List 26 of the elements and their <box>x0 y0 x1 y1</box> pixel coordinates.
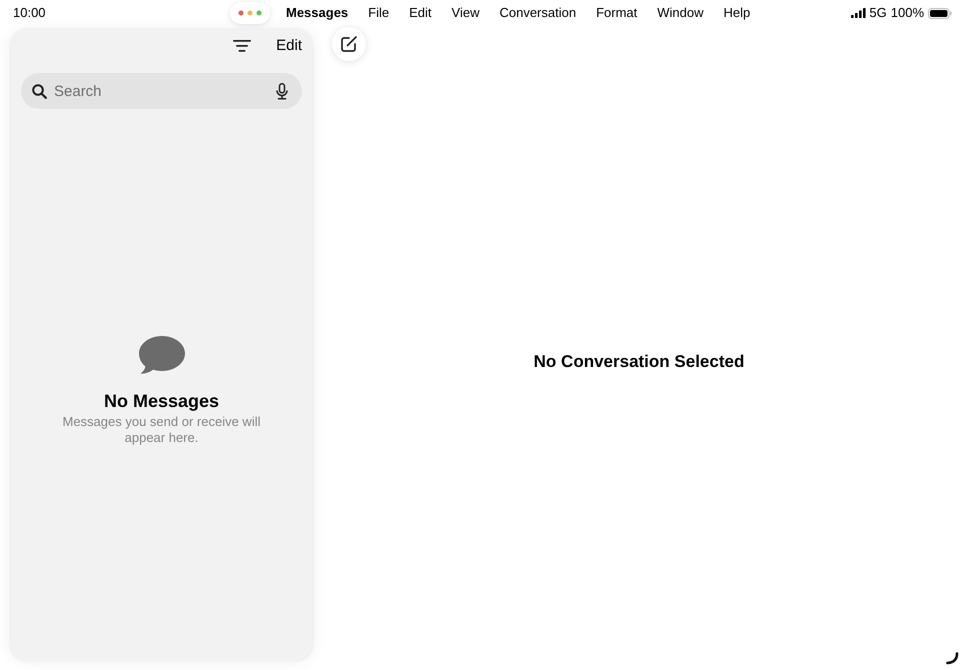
menu-item[interactable]: Window <box>657 5 704 21</box>
battery-percentage: 100% <box>890 5 924 21</box>
empty-state-title: No Messages <box>104 390 220 412</box>
resize-handle-icon[interactable] <box>946 652 959 665</box>
no-conversation-message: No Conversation Selected <box>534 351 744 373</box>
menu-item[interactable]: Edit <box>409 5 432 21</box>
compose-icon <box>340 35 358 53</box>
battery-icon <box>928 8 952 18</box>
filter-lines-icon <box>233 40 252 52</box>
search-icon <box>32 84 47 99</box>
status-time: 10:00 <box>13 5 46 21</box>
app-menu[interactable]: Messages <box>286 5 348 21</box>
menu-item[interactable]: Help <box>724 5 750 21</box>
network-type: 5G <box>869 5 887 21</box>
signal-bars-icon <box>851 8 866 18</box>
edit-button[interactable]: Edit <box>276 36 302 56</box>
microphone-icon[interactable] <box>276 83 288 100</box>
compose-button[interactable] <box>332 27 366 61</box>
menu-item[interactable]: View <box>452 5 480 21</box>
search-field[interactable]: Search <box>21 73 302 109</box>
speech-bubble-icon <box>138 336 184 374</box>
menu-item[interactable]: Format <box>596 5 638 21</box>
empty-state-message: Messages you send or receive will appear here. <box>62 414 262 446</box>
three-dots-icon <box>238 10 262 16</box>
menu-item[interactable]: Conversation <box>499 5 576 21</box>
menu-item[interactable]: File <box>368 5 390 21</box>
